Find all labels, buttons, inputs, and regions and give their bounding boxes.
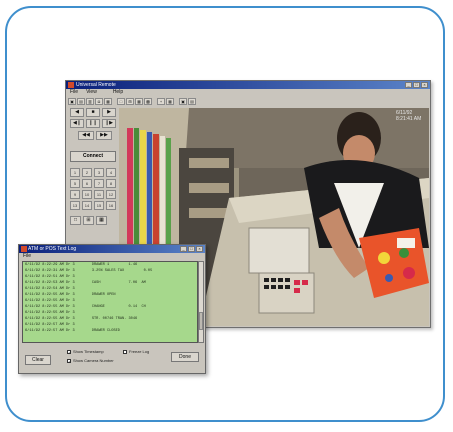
log-maximize-icon[interactable]: □	[188, 246, 195, 252]
print-icon[interactable]: ▥	[86, 98, 94, 105]
camera-button-5[interactable]: 5	[70, 179, 80, 188]
log-row: 6/11/92 8:22:29 AM Dr 3 DRAWER 1 1.46	[25, 263, 138, 267]
log-title: ATM or POS Text Log	[28, 246, 77, 252]
log-titlebar[interactable]: ATM or POS Text Log _ □ ×	[19, 245, 205, 253]
show-camera-number-checkbox[interactable]: ✓ Show Camera Number	[67, 358, 114, 363]
viewer-toolbar: ▣ ▤ ▥ ◘ ▦ □ ⊞ ▦ ▩ + ▦ ▣ ▤	[68, 97, 428, 106]
layout-single-icon[interactable]: □	[70, 216, 81, 225]
log-text-area[interactable]: 6/11/92 8:22:29 AM Dr 3 DRAWER 1 1.46 6/…	[22, 261, 198, 343]
viewer-titlebar[interactable]: Universal Remote _ □ ×	[66, 81, 430, 89]
camera-button-1[interactable]: 1	[70, 168, 80, 177]
clear-button[interactable]: Clear	[25, 355, 51, 365]
log-row: 6/11/92 8:22:51 AM Dr 3	[25, 275, 75, 279]
menu-file[interactable]: File	[70, 89, 78, 96]
log-icon[interactable]: ▤	[188, 98, 196, 105]
log-row: 6/11/92 8:22:57 AM Dr 3	[25, 323, 75, 327]
camera-button-8[interactable]: 8	[106, 179, 116, 188]
connect-button[interactable]: Connect	[70, 151, 116, 162]
text-log-window: ATM or POS Text Log _ □ × File 6/11/92 8…	[18, 244, 206, 374]
viewer-title: Universal Remote	[76, 82, 116, 88]
log-row: 6/11/92 8:22:54 AM Dr 3	[25, 287, 75, 291]
grid-icon[interactable]: ▦	[166, 98, 174, 105]
camera-button-2[interactable]: 2	[82, 168, 92, 177]
rewind-icon[interactable]: ◀◀	[78, 131, 94, 140]
minimize-icon[interactable]: _	[405, 82, 412, 88]
camera-button-10[interactable]: 10	[82, 190, 92, 199]
sixteen-view-icon[interactable]: ▩	[144, 98, 152, 105]
log-row: 6/11/92 8:22:55 AM Dr 3 CHANGE 0.14 CH	[25, 305, 146, 309]
log-row: 6/11/92 8:22:55 AM Dr 3 STR. 00746 TRAN.…	[25, 317, 138, 321]
log-row: 6/11/92 8:22:57 AM Dr 3 DRAWER CLOSED	[25, 329, 120, 333]
camera-button-4[interactable]: 4	[106, 168, 116, 177]
viewer-menubar: File View Help	[66, 89, 430, 96]
export-icon[interactable]: ▣	[179, 98, 187, 105]
log-scroll-thumb[interactable]	[199, 312, 203, 330]
camera-button-3[interactable]: 3	[94, 168, 104, 177]
camera-button-16[interactable]: 16	[106, 201, 116, 210]
single-view-icon[interactable]: □	[117, 98, 125, 105]
close-icon[interactable]: ×	[421, 82, 428, 88]
layout-nine-icon[interactable]: ▦	[96, 216, 107, 225]
log-row: 6/11/92 8:22:31 AM Dr 3 3.25% SALES TAX …	[25, 269, 153, 273]
show-camera-number-label: Show Camera Number	[73, 358, 114, 363]
settings-icon[interactable]: ▦	[104, 98, 112, 105]
stop-icon[interactable]: ■	[86, 108, 100, 117]
log-close-icon[interactable]: ×	[196, 246, 203, 252]
quad-view-icon[interactable]: ⊞	[126, 98, 134, 105]
camera-button-11[interactable]: 11	[94, 190, 104, 199]
log-menu-file[interactable]: File	[23, 253, 31, 260]
save-icon[interactable]: ▤	[77, 98, 85, 105]
step-back-icon[interactable]: ◀❙	[70, 119, 84, 128]
done-button[interactable]: Done	[171, 352, 199, 362]
log-row: 6/11/92 8:22:53 AM Dr 3 CASH 7.06 AM	[25, 281, 146, 285]
layout-quad-icon[interactable]: ⊞	[83, 216, 94, 225]
freeze-log-label: Freeze Log	[129, 349, 150, 354]
play-icon[interactable]: ▶	[102, 108, 116, 117]
log-app-icon	[21, 246, 27, 252]
empty-checkbox-icon[interactable]	[123, 349, 127, 354]
menu-view[interactable]: View	[86, 89, 97, 96]
open-icon[interactable]: ▣	[68, 98, 76, 105]
menu-help[interactable]: Help	[113, 89, 123, 96]
log-row: 6/11/92 8:22:55 AM Dr 3	[25, 299, 75, 303]
freeze-log-checkbox[interactable]: Freeze Log	[123, 349, 149, 354]
log-row: 6/11/92 8:22:55 AM Dr 3	[25, 311, 75, 315]
play-reverse-icon[interactable]: ◀	[70, 108, 84, 117]
log-row: 6/11/92 8:22:55 AM Dr 3 DRAWER OPEN	[25, 293, 116, 297]
camera-button-14[interactable]: 14	[82, 201, 92, 210]
show-timestamp-label: Show Timestamp	[73, 349, 104, 354]
checkmark-icon[interactable]: ✓	[67, 349, 71, 354]
log-minimize-icon[interactable]: _	[180, 246, 187, 252]
camera-button-15[interactable]: 15	[94, 201, 104, 210]
camera-button-12[interactable]: 12	[106, 190, 116, 199]
log-scrollbar[interactable]	[198, 261, 204, 343]
app-icon	[68, 82, 74, 88]
camera-button-7[interactable]: 7	[94, 179, 104, 188]
show-timestamp-checkbox[interactable]: ✓ Show Timestamp	[67, 349, 104, 354]
video-timestamp: 6/11/92 8:21:41 AM	[396, 110, 422, 122]
camera-button-13[interactable]: 13	[70, 201, 80, 210]
camera-button-6[interactable]: 6	[82, 179, 92, 188]
pause-icon[interactable]: ❙❙	[86, 119, 100, 128]
zoom-icon[interactable]: +	[157, 98, 165, 105]
camera-button-9[interactable]: 9	[70, 190, 80, 199]
step-forward-icon[interactable]: ❙▶	[102, 119, 116, 128]
maximize-icon[interactable]: □	[413, 82, 420, 88]
camera-icon[interactable]: ◘	[95, 98, 103, 105]
nine-view-icon[interactable]: ▦	[135, 98, 143, 105]
checkmark-icon[interactable]: ✓	[67, 358, 71, 363]
fast-forward-icon[interactable]: ▶▶	[96, 131, 112, 140]
